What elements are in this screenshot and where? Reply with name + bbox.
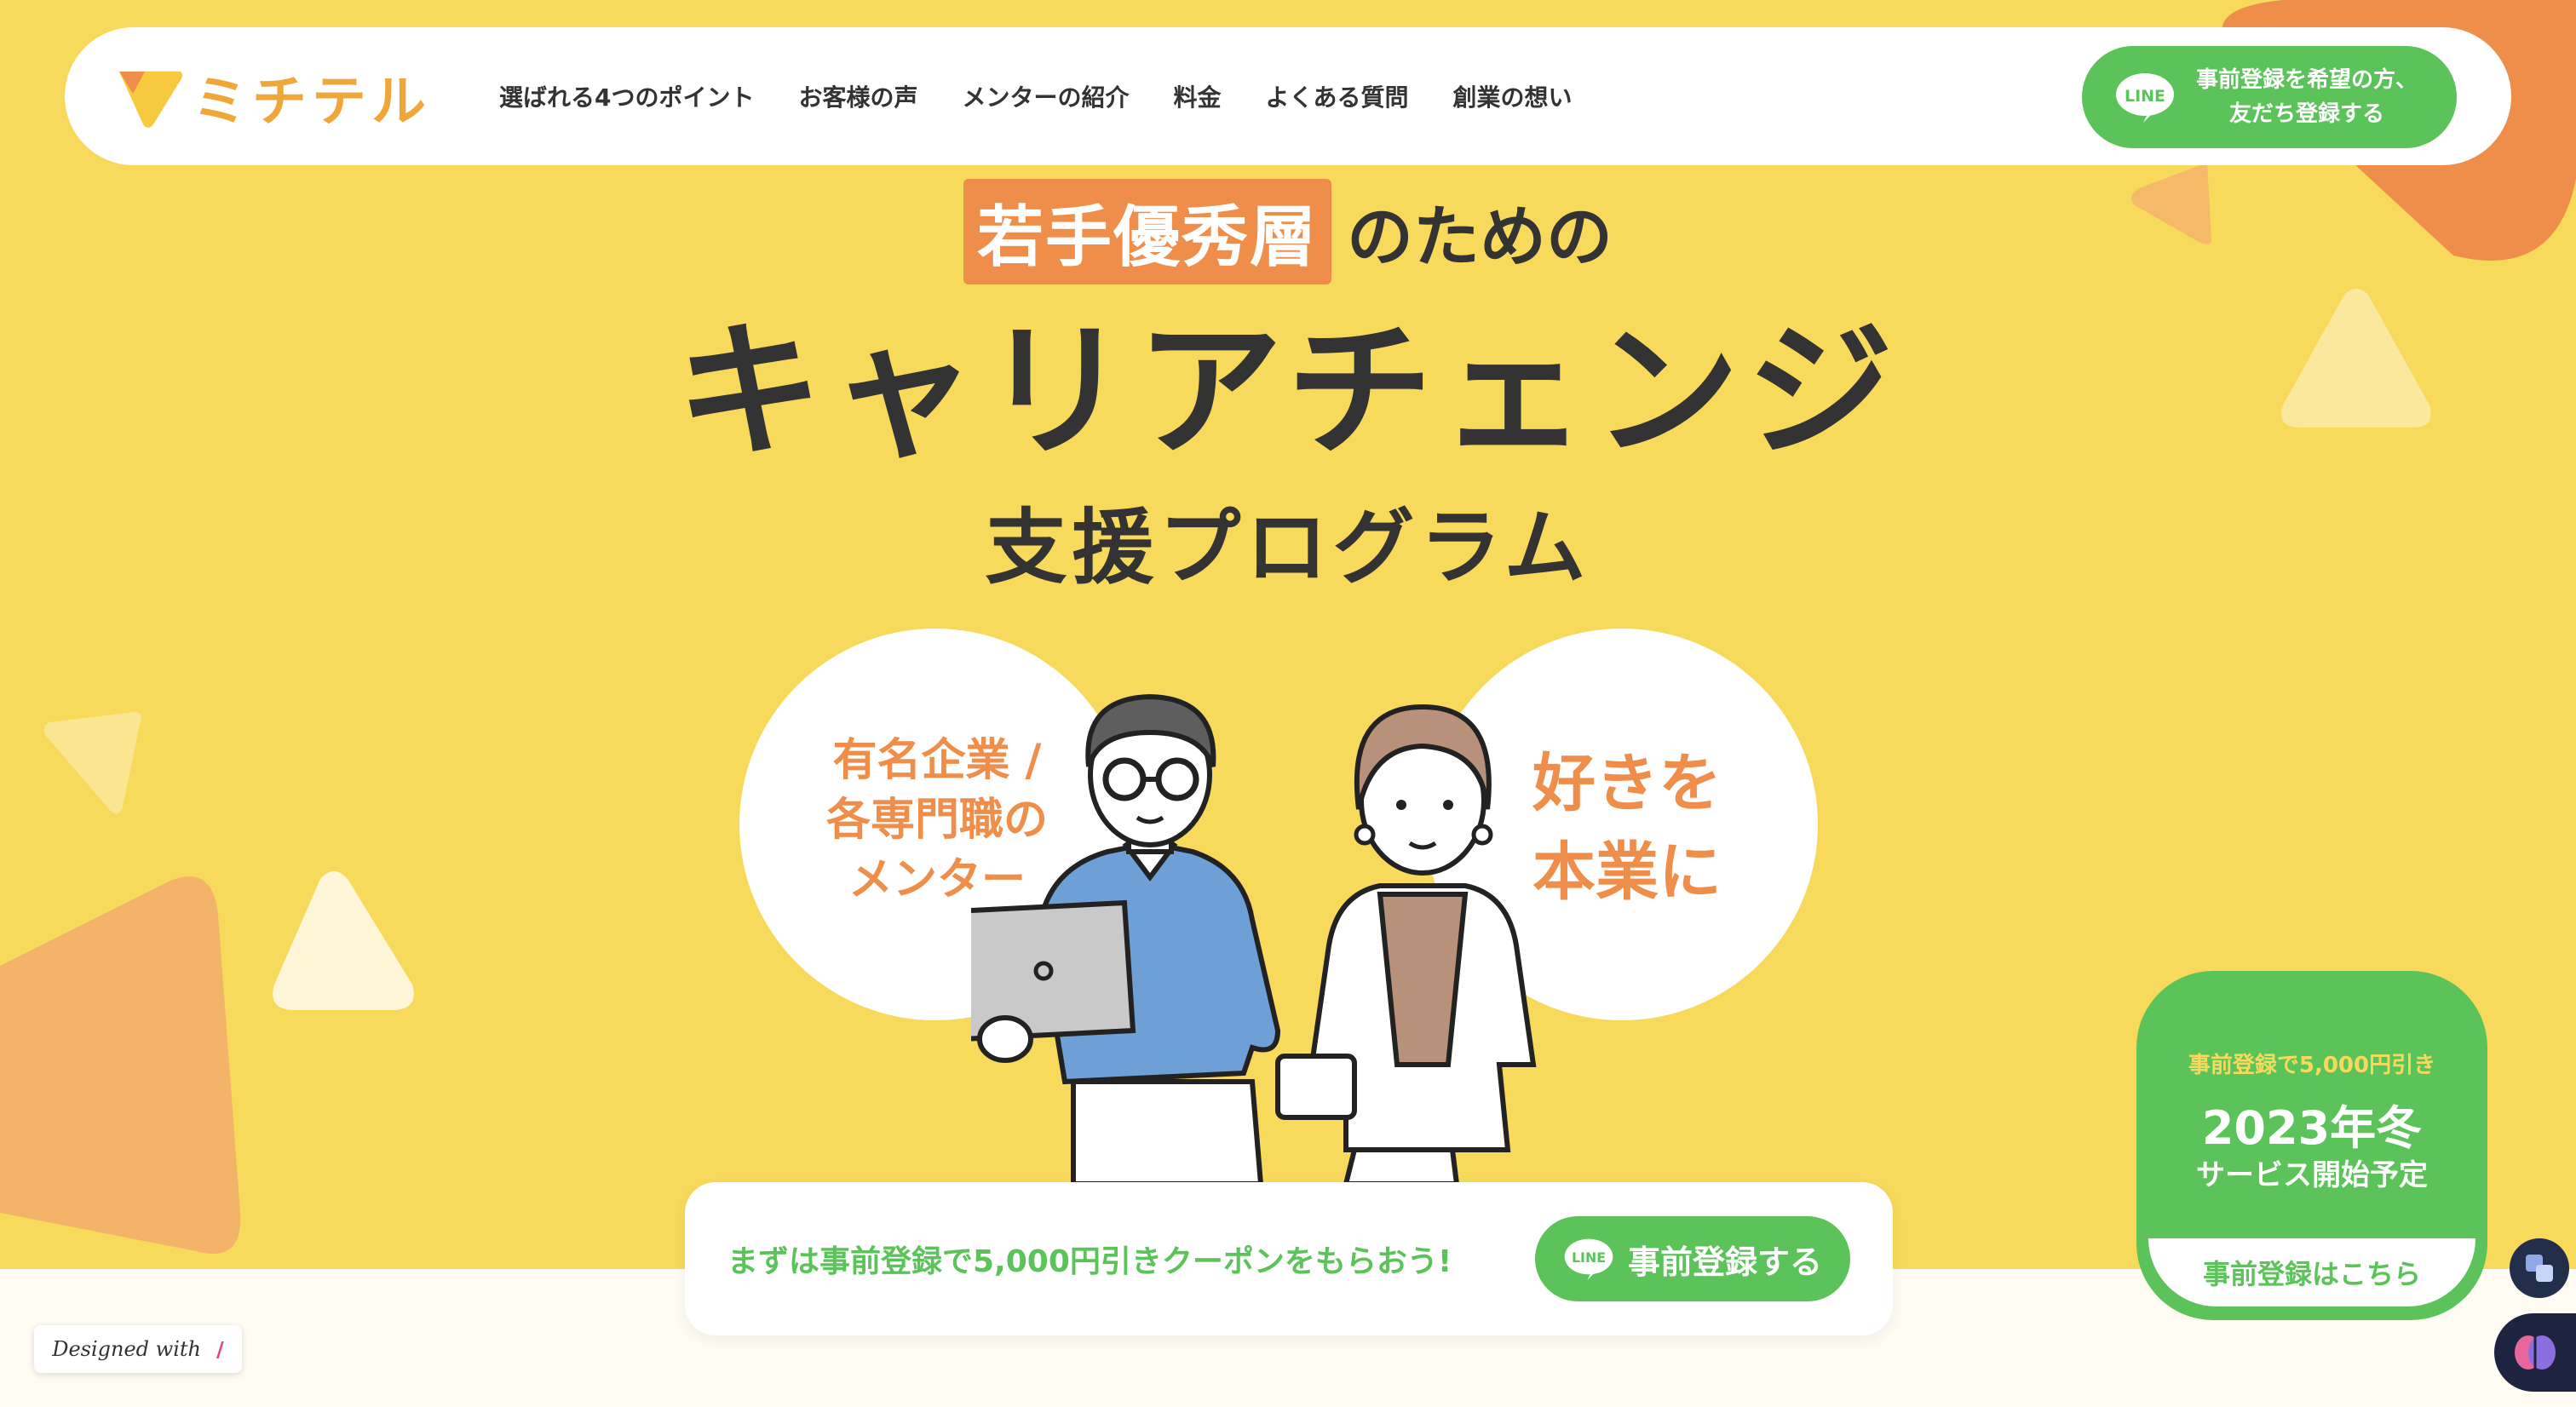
nav-item-points[interactable]: 選ばれる4つのポイント	[499, 79, 754, 113]
site-header: ミチテル 選ばれる4つのポイント お客様の声 メンターの紹介 料金 よくある質問…	[65, 27, 2511, 165]
nav-item-pricing[interactable]: 料金	[1174, 79, 1222, 113]
hero-title: キャリアチェンジ	[676, 306, 1900, 477]
side-discount-text: 事前登録で5,000円引き	[2188, 1053, 2436, 1078]
hero-subtitle: 支援プログラム	[985, 500, 1591, 595]
people-illustration	[971, 693, 1537, 1184]
designed-with-badge[interactable]: Designed with /	[34, 1325, 242, 1373]
line-register-button[interactable]: LINE 事前登録を希望の方、 友だち登録する	[2082, 46, 2457, 148]
deco-triangle-left-white	[273, 871, 414, 1010]
line-register-line1: 事前登録を希望の方、	[2196, 67, 2418, 93]
main-nav: 選ばれる4つのポイント お客様の声 メンターの紹介 料金 よくある質問 創業の想…	[499, 27, 1617, 165]
man-figure	[971, 693, 1281, 1184]
woman-figure	[1275, 704, 1537, 1184]
logo-mark-icon	[119, 72, 182, 128]
translate-widget-button[interactable]	[2510, 1238, 2569, 1298]
nav-item-faq[interactable]: よくある質問	[1266, 79, 1409, 113]
line-register-line2: 友だち登録する	[2229, 101, 2385, 127]
designed-with-label: Designed with	[52, 1337, 201, 1361]
brand-logo[interactable]: ミチテル	[116, 65, 431, 134]
nav-item-voices[interactable]: お客様の声	[798, 79, 917, 113]
coupon-banner: まずは事前登録で5,000円引きクーポンをもらおう! LINE 事前登録する	[685, 1182, 1893, 1335]
deco-triangle-left-big	[0, 876, 241, 1254]
coupon-register-label: 事前登録する	[1627, 1243, 1822, 1281]
translate-icon	[2526, 1255, 2553, 1282]
hero-highlight: 若手優秀層	[963, 179, 1331, 284]
pen-icon: /	[216, 1336, 224, 1362]
hero-tagline-rest: のための	[1347, 199, 1613, 276]
hero-tagline: 若手優秀層 のための	[0, 179, 2576, 284]
line-icon-label: LINE	[1572, 1249, 1606, 1266]
coupon-text: まずは事前登録で5,000円引きクーポンをもらおう!	[727, 1244, 1452, 1279]
line-icon: LINE	[1564, 1238, 1613, 1280]
brand-name: ミチテル	[193, 71, 431, 134]
nav-item-mentors[interactable]: メンターの紹介	[963, 79, 1130, 113]
deco-triangle-left-small	[43, 712, 141, 814]
brain-icon	[2515, 1335, 2556, 1370]
side-launch-date: 2023年冬	[2201, 1101, 2423, 1155]
line-icon-label: LINE	[2125, 87, 2165, 106]
side-register-card: 事前登録で5,000円引き 2023年冬 サービス開始予定 事前登録はこちら	[2136, 971, 2487, 1320]
side-register-button[interactable]: 事前登録はこちら	[2148, 1238, 2475, 1306]
ai-assistant-button[interactable]	[2494, 1313, 2576, 1392]
line-register-label: 事前登録を希望の方、 友だち登録する	[2196, 63, 2418, 131]
side-launch-text: サービス開始予定	[2196, 1158, 2428, 1192]
nav-item-founder[interactable]: 創業の想い	[1453, 79, 1573, 113]
line-icon: LINE	[2116, 73, 2174, 123]
coupon-register-button[interactable]: LINE 事前登録する	[1535, 1216, 1850, 1301]
